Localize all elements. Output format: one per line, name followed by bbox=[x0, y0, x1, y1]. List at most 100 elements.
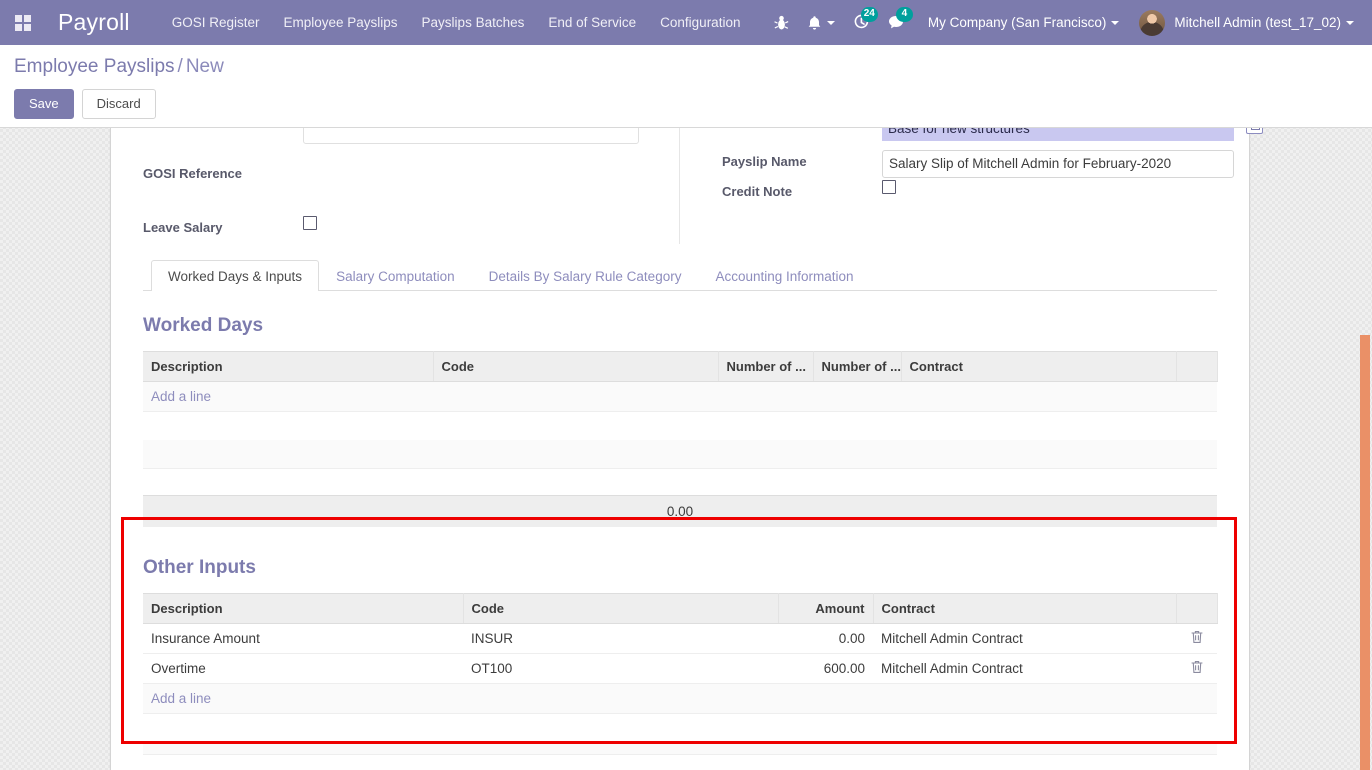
breadcrumb-current: New bbox=[185, 56, 224, 77]
leave-salary-checkbox[interactable] bbox=[303, 216, 317, 230]
apps-menu-button[interactable] bbox=[0, 0, 46, 45]
breadcrumb-root-link[interactable]: Employee Payslips bbox=[14, 56, 175, 77]
worked-days-header-row: Description Code Number of ... Number of… bbox=[143, 351, 1218, 382]
table-row[interactable]: Overtime OT100 600.00 Mitchell Admin Con… bbox=[143, 653, 1217, 684]
other-inputs-col-actions bbox=[1176, 593, 1218, 624]
table-row[interactable]: Insurance Amount INSUR 0.00 Mitchell Adm… bbox=[143, 623, 1217, 654]
worked-days-total: 0.00 bbox=[143, 495, 1217, 527]
other-inputs-row-code[interactable]: INSUR bbox=[463, 623, 778, 654]
field-row-gosi-reference: GOSI Reference bbox=[143, 162, 665, 190]
other-inputs-add-line-link[interactable]: Add a line bbox=[143, 683, 1217, 714]
chevron-down-icon bbox=[826, 20, 835, 25]
vertical-scrollbar-thumb[interactable] bbox=[1360, 335, 1370, 770]
company-name-label: My Company (San Francisco) bbox=[927, 15, 1107, 30]
record-action-buttons: Save Discard bbox=[14, 89, 156, 119]
activity-count-badge: 24 bbox=[860, 7, 878, 22]
worked-days-empty-row bbox=[143, 439, 1217, 469]
worked-days-title: Worked Days bbox=[143, 315, 264, 336]
other-inputs-row-amount[interactable]: 0.00 bbox=[778, 623, 873, 654]
bell-icon[interactable] bbox=[798, 0, 844, 45]
form-scroll-container[interactable]: GOSI Reference Leave Salary Base for new… bbox=[0, 128, 1372, 770]
worked-days-section: Worked Days Description Code Number of .… bbox=[143, 291, 1218, 527]
activity-clock-icon[interactable]: 24 bbox=[844, 0, 879, 45]
worked-days-col-code: Code bbox=[433, 351, 719, 382]
worked-days-add-line-row[interactable]: Add a line bbox=[143, 381, 1217, 412]
payslip-name-label: Payslip Name bbox=[722, 154, 807, 169]
truncated-text-input[interactable] bbox=[303, 128, 639, 144]
apps-grid-icon bbox=[15, 14, 31, 31]
trash-icon[interactable] bbox=[1190, 630, 1203, 644]
other-inputs-row-code[interactable]: OT100 bbox=[463, 653, 778, 684]
other-inputs-row-description[interactable]: Overtime bbox=[143, 653, 463, 684]
breadcrumb-separator: / bbox=[177, 56, 183, 77]
save-button[interactable]: Save bbox=[14, 89, 74, 119]
leave-salary-label: Leave Salary bbox=[143, 220, 223, 235]
credit-note-label: Credit Note bbox=[722, 184, 793, 199]
other-inputs-header-row: Description Code Amount Contract bbox=[143, 593, 1218, 624]
breadcrumb: Employee Payslips / New bbox=[14, 56, 224, 78]
menu-item-payslips-batches[interactable]: Payslips Batches bbox=[410, 0, 537, 45]
tab-accounting-information[interactable]: Accounting Information bbox=[698, 260, 870, 291]
worked-days-table: Description Code Number of ... Number of… bbox=[143, 351, 1218, 527]
chevron-down-icon bbox=[1111, 20, 1120, 25]
menu-item-end-of-service[interactable]: End of Service bbox=[536, 0, 648, 45]
other-inputs-col-code: Code bbox=[463, 593, 779, 624]
other-inputs-row-contract[interactable]: Mitchell Admin Contract bbox=[873, 623, 1176, 654]
form-column-left: GOSI Reference Leave Salary bbox=[143, 128, 680, 244]
field-row-leave-salary: Leave Salary bbox=[143, 216, 665, 244]
worked-days-col-number-of-hours: Number of ... bbox=[813, 351, 902, 382]
other-inputs-row-contract[interactable]: Mitchell Admin Contract bbox=[873, 653, 1176, 684]
field-row-truncated-top bbox=[143, 128, 665, 144]
other-inputs-section: Other Inputs Description Code Amount Con… bbox=[143, 527, 1218, 755]
main-menu: GOSI Register Employee Payslips Payslips… bbox=[160, 0, 753, 45]
user-menu[interactable]: Mitchell Admin (test_17_02) bbox=[1129, 0, 1358, 45]
messages-chat-icon[interactable]: 4 bbox=[879, 0, 914, 45]
field-row-structure: Base for new structures bbox=[722, 128, 1263, 141]
other-inputs-row-amount[interactable]: 600.00 bbox=[778, 653, 873, 684]
worked-days-col-description: Description bbox=[143, 351, 434, 382]
other-inputs-spacer-row bbox=[143, 713, 1217, 742]
menu-item-configuration[interactable]: Configuration bbox=[648, 0, 752, 45]
other-inputs-row-description[interactable]: Insurance Amount bbox=[143, 623, 463, 654]
other-inputs-empty-row bbox=[143, 741, 1217, 755]
user-name-label: Mitchell Admin (test_17_02) bbox=[1174, 15, 1341, 30]
notebook: Worked Days & Inputs Salary Computation … bbox=[143, 260, 1218, 755]
company-switcher[interactable]: My Company (San Francisco) bbox=[914, 0, 1130, 45]
other-inputs-add-line-row[interactable]: Add a line bbox=[143, 683, 1217, 714]
discard-button[interactable]: Discard bbox=[81, 89, 156, 119]
bug-icon[interactable] bbox=[765, 0, 798, 45]
structure-input[interactable]: Base for new structures bbox=[882, 128, 1234, 141]
worked-days-col-contract: Contract bbox=[901, 351, 1177, 382]
other-inputs-col-contract: Contract bbox=[873, 593, 1177, 624]
trash-icon[interactable] bbox=[1190, 660, 1203, 674]
chevron-down-icon bbox=[1346, 20, 1354, 25]
vertical-scrollbar[interactable] bbox=[1358, 128, 1372, 770]
menu-item-employee-payslips[interactable]: Employee Payslips bbox=[271, 0, 409, 45]
other-inputs-row-delete-cell bbox=[1176, 623, 1217, 654]
control-panel: Employee Payslips / New Save Discard bbox=[0, 45, 1372, 128]
tab-details-by-salary-rule-category[interactable]: Details By Salary Rule Category bbox=[472, 260, 699, 291]
other-inputs-col-amount: Amount bbox=[778, 593, 874, 624]
avatar bbox=[1139, 9, 1166, 36]
worked-days-col-actions bbox=[1176, 351, 1218, 382]
field-row-payslip-name: Payslip Name Salary Slip of Mitchell Adm… bbox=[722, 150, 1234, 178]
navbar-right-tools: 24 4 My Company (San Francisco) Mitchell… bbox=[765, 0, 1372, 45]
worked-days-footer-row: 0.00 bbox=[143, 495, 1217, 527]
other-inputs-title: Other Inputs bbox=[143, 557, 256, 578]
top-navbar: Payroll GOSI Register Employee Payslips … bbox=[0, 0, 1372, 45]
form-sheet: GOSI Reference Leave Salary Base for new… bbox=[110, 128, 1263, 770]
payslip-name-input[interactable]: Salary Slip of Mitchell Admin for Februa… bbox=[882, 150, 1234, 178]
worked-days-spacer-row bbox=[143, 411, 1217, 440]
field-row-credit-note: Credit Note bbox=[722, 180, 1217, 208]
worked-days-add-line-link[interactable]: Add a line bbox=[143, 381, 1217, 412]
tab-salary-computation[interactable]: Salary Computation bbox=[319, 260, 472, 291]
app-brand-title[interactable]: Payroll bbox=[46, 0, 138, 45]
credit-note-checkbox[interactable] bbox=[882, 180, 896, 194]
other-inputs-row-delete-cell bbox=[1176, 653, 1217, 684]
notebook-tab-bar: Worked Days & Inputs Salary Computation … bbox=[143, 260, 1217, 291]
external-link-icon[interactable] bbox=[1246, 128, 1263, 134]
tab-worked-days-and-inputs[interactable]: Worked Days & Inputs bbox=[151, 260, 320, 291]
menu-item-gosi-register[interactable]: GOSI Register bbox=[160, 0, 272, 45]
other-inputs-table: Description Code Amount Contract Insuran… bbox=[143, 593, 1218, 755]
gosi-reference-label: GOSI Reference bbox=[143, 166, 242, 181]
